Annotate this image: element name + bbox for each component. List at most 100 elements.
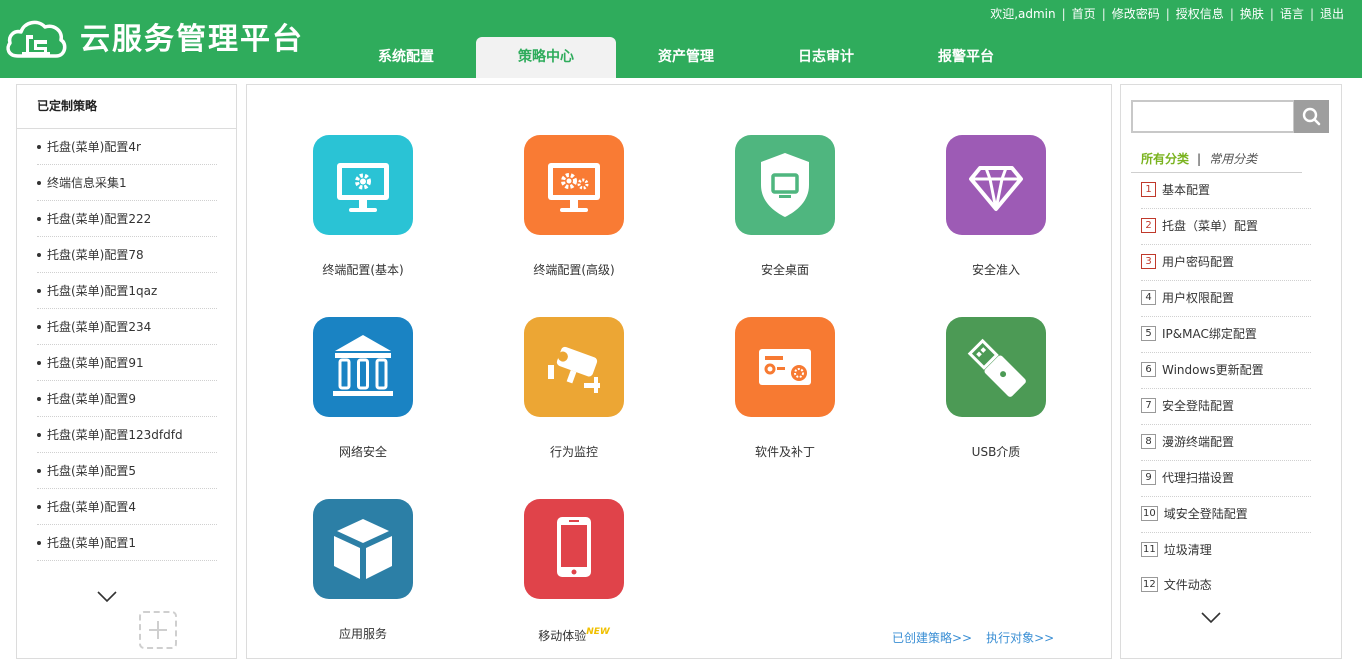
category-item[interactable]: 1 基本配置	[1141, 173, 1311, 209]
list-item[interactable]: 托盘(菜单)配置91	[37, 345, 217, 381]
category-item[interactable]: 10 域安全登陆配置	[1141, 497, 1311, 533]
category-item[interactable]: 3 用户密码配置	[1141, 245, 1311, 281]
tile-network-security[interactable]: 网络安全	[263, 317, 463, 477]
camera-icon	[524, 317, 624, 417]
list-item[interactable]: 托盘(菜单)配置123dfdfd	[37, 417, 217, 453]
list-item[interactable]: 托盘(菜单)配置4	[37, 489, 217, 525]
change-password-link[interactable]: 修改密码	[1112, 7, 1160, 21]
category-number: 3	[1141, 254, 1156, 269]
tile-label: 终端配置(基本)	[322, 263, 404, 277]
policy-center-panel: 终端配置(基本) 终端配置(高级) 安全桌面 安全准入 网络安全 行为监控 软件…	[246, 84, 1112, 659]
category-item[interactable]: 11 垃圾清理	[1141, 533, 1311, 568]
category-number: 7	[1141, 398, 1156, 413]
list-item[interactable]: 托盘(菜单)配置5	[37, 453, 217, 489]
add-policy-button[interactable]	[139, 611, 177, 649]
tab-system-config[interactable]: 系统配置	[336, 37, 476, 78]
new-badge: NEW	[586, 627, 610, 637]
category-item[interactable]: 8 漫游终端配置	[1141, 425, 1311, 461]
tab-alert-platform[interactable]: 报警平台	[896, 37, 1036, 78]
category-number: 2	[1141, 218, 1156, 233]
top-links: 欢迎,admin | 首页 | 修改密码 | 授权信息 | 换肤 | 语言 | 退出	[990, 7, 1344, 21]
tab-log-audit[interactable]: 日志审计	[756, 37, 896, 78]
list-item[interactable]: 终端信息采集1	[37, 165, 217, 201]
phone-icon	[524, 499, 624, 599]
tile-label: 安全准入	[971, 263, 1020, 277]
tile-mobile-experience[interactable]: 移动体验NEW	[474, 499, 674, 659]
usb-icon	[946, 317, 1046, 417]
tile-label: 网络安全	[338, 445, 387, 459]
tile-software-patch[interactable]: 软件及补丁	[685, 317, 885, 477]
category-item[interactable]: 5 IP&MAC绑定配置	[1141, 317, 1311, 353]
category-number: 6	[1141, 362, 1156, 377]
category-number: 5	[1141, 326, 1156, 341]
search-icon	[1302, 107, 1321, 126]
category-number: 1	[1141, 182, 1156, 197]
tab-all-categories[interactable]: 所有分类	[1141, 152, 1189, 166]
tile-behavior-monitor[interactable]: 行为监控	[474, 317, 674, 477]
tile-label: USB介质	[971, 445, 1021, 459]
tab-common-categories[interactable]: 常用分类	[1209, 152, 1257, 166]
tile-label: 终端配置(高级)	[533, 263, 615, 277]
cube-icon	[313, 499, 413, 599]
category-item[interactable]: 12 文件动态	[1141, 568, 1311, 603]
category-list: 1 基本配置 2 托盘（菜单）配置 3 用户密码配置 4 用户权限配置 5 IP&MAC绑…	[1141, 173, 1311, 603]
tile-secure-access[interactable]: 安全准入	[896, 135, 1096, 295]
bank-icon	[313, 317, 413, 417]
search-input[interactable]	[1131, 100, 1295, 133]
category-panel: 所有分类 | 常用分类 1 基本配置 2 托盘（菜单）配置 3 用户密码配置 4 用户权限配…	[1120, 84, 1342, 659]
tile-terminal-advanced[interactable]: 终端配置(高级)	[474, 135, 674, 295]
policy-list: 托盘(菜单)配置4r 终端信息采集1 托盘(菜单)配置222 托盘(菜单)配置7…	[37, 129, 217, 561]
list-item[interactable]: 托盘(菜单)配置78	[37, 237, 217, 273]
language-link[interactable]: 语言	[1280, 7, 1304, 21]
search-button[interactable]	[1294, 100, 1329, 133]
tab-policy-center[interactable]: 策略中心	[476, 37, 616, 78]
tile-usb-media[interactable]: USB介质	[896, 317, 1096, 477]
center-bottom-links: 已创建策略>> 执行对象>>	[892, 629, 1068, 646]
category-item[interactable]: 9 代理扫描设置	[1141, 461, 1311, 497]
monitor-gear-icon	[313, 135, 413, 235]
diamond-icon	[946, 135, 1046, 235]
category-tabs: 所有分类 | 常用分类	[1141, 152, 1258, 166]
tile-application-service[interactable]: 应用服务	[263, 499, 463, 659]
category-number: 12	[1141, 577, 1158, 592]
category-number: 11	[1141, 542, 1158, 557]
execution-targets-link[interactable]: 执行对象>>	[986, 631, 1054, 645]
tile-label: 行为监控	[549, 445, 598, 459]
category-item[interactable]: 6 Windows更新配置	[1141, 353, 1311, 389]
logout-link[interactable]: 退出	[1320, 7, 1344, 21]
welcome-user: 欢迎,admin	[990, 7, 1056, 21]
tile-label: 应用服务	[338, 627, 387, 641]
created-policies-link[interactable]: 已创建策略>>	[892, 631, 972, 645]
tile-label: 软件及补丁	[754, 445, 815, 459]
list-item[interactable]: 托盘(菜单)配置4r	[37, 129, 217, 165]
tile-terminal-basic[interactable]: 终端配置(基本)	[263, 135, 463, 295]
change-skin-link[interactable]: 换肤	[1240, 7, 1264, 21]
tile-label: 移动体验NEW	[538, 627, 610, 643]
list-item[interactable]: 托盘(菜单)配置1qaz	[37, 273, 217, 309]
category-number: 4	[1141, 290, 1156, 305]
category-item[interactable]: 4 用户权限配置	[1141, 281, 1311, 317]
home-link[interactable]: 首页	[1072, 7, 1096, 21]
chevron-down-icon[interactable]	[97, 591, 117, 603]
list-item[interactable]: 托盘(菜单)配置1	[37, 525, 217, 561]
chevron-down-icon[interactable]	[1201, 612, 1221, 624]
top-header: 云服务管理平台 欢迎,admin | 首页 | 修改密码 | 授权信息 | 换肤 | 语言 | 退出 系…	[0, 0, 1362, 78]
panel-title: 已定制策略	[37, 99, 98, 113]
category-number: 10	[1141, 506, 1158, 521]
custom-policies-panel: 已定制策略 托盘(菜单)配置4r 终端信息采集1 托盘(菜单)配置222 托盘(…	[16, 84, 237, 659]
category-number: 9	[1141, 470, 1156, 485]
cloud-logo-icon	[6, 20, 67, 58]
list-item[interactable]: 托盘(菜单)配置222	[37, 201, 217, 237]
shield-monitor-icon	[735, 135, 835, 235]
category-item[interactable]: 2 托盘（菜单）配置	[1141, 209, 1311, 245]
category-item[interactable]: 7 安全登陆配置	[1141, 389, 1311, 425]
tab-asset-management[interactable]: 资产管理	[616, 37, 756, 78]
tile-secure-desktop[interactable]: 安全桌面	[685, 135, 885, 295]
category-number: 8	[1141, 434, 1156, 449]
app-title: 云服务管理平台	[80, 22, 304, 57]
list-item[interactable]: 托盘(菜单)配置9	[37, 381, 217, 417]
license-info-link[interactable]: 授权信息	[1176, 7, 1224, 21]
monitor-gears-icon	[524, 135, 624, 235]
list-item[interactable]: 托盘(菜单)配置234	[37, 309, 217, 345]
software-card-icon	[735, 317, 835, 417]
